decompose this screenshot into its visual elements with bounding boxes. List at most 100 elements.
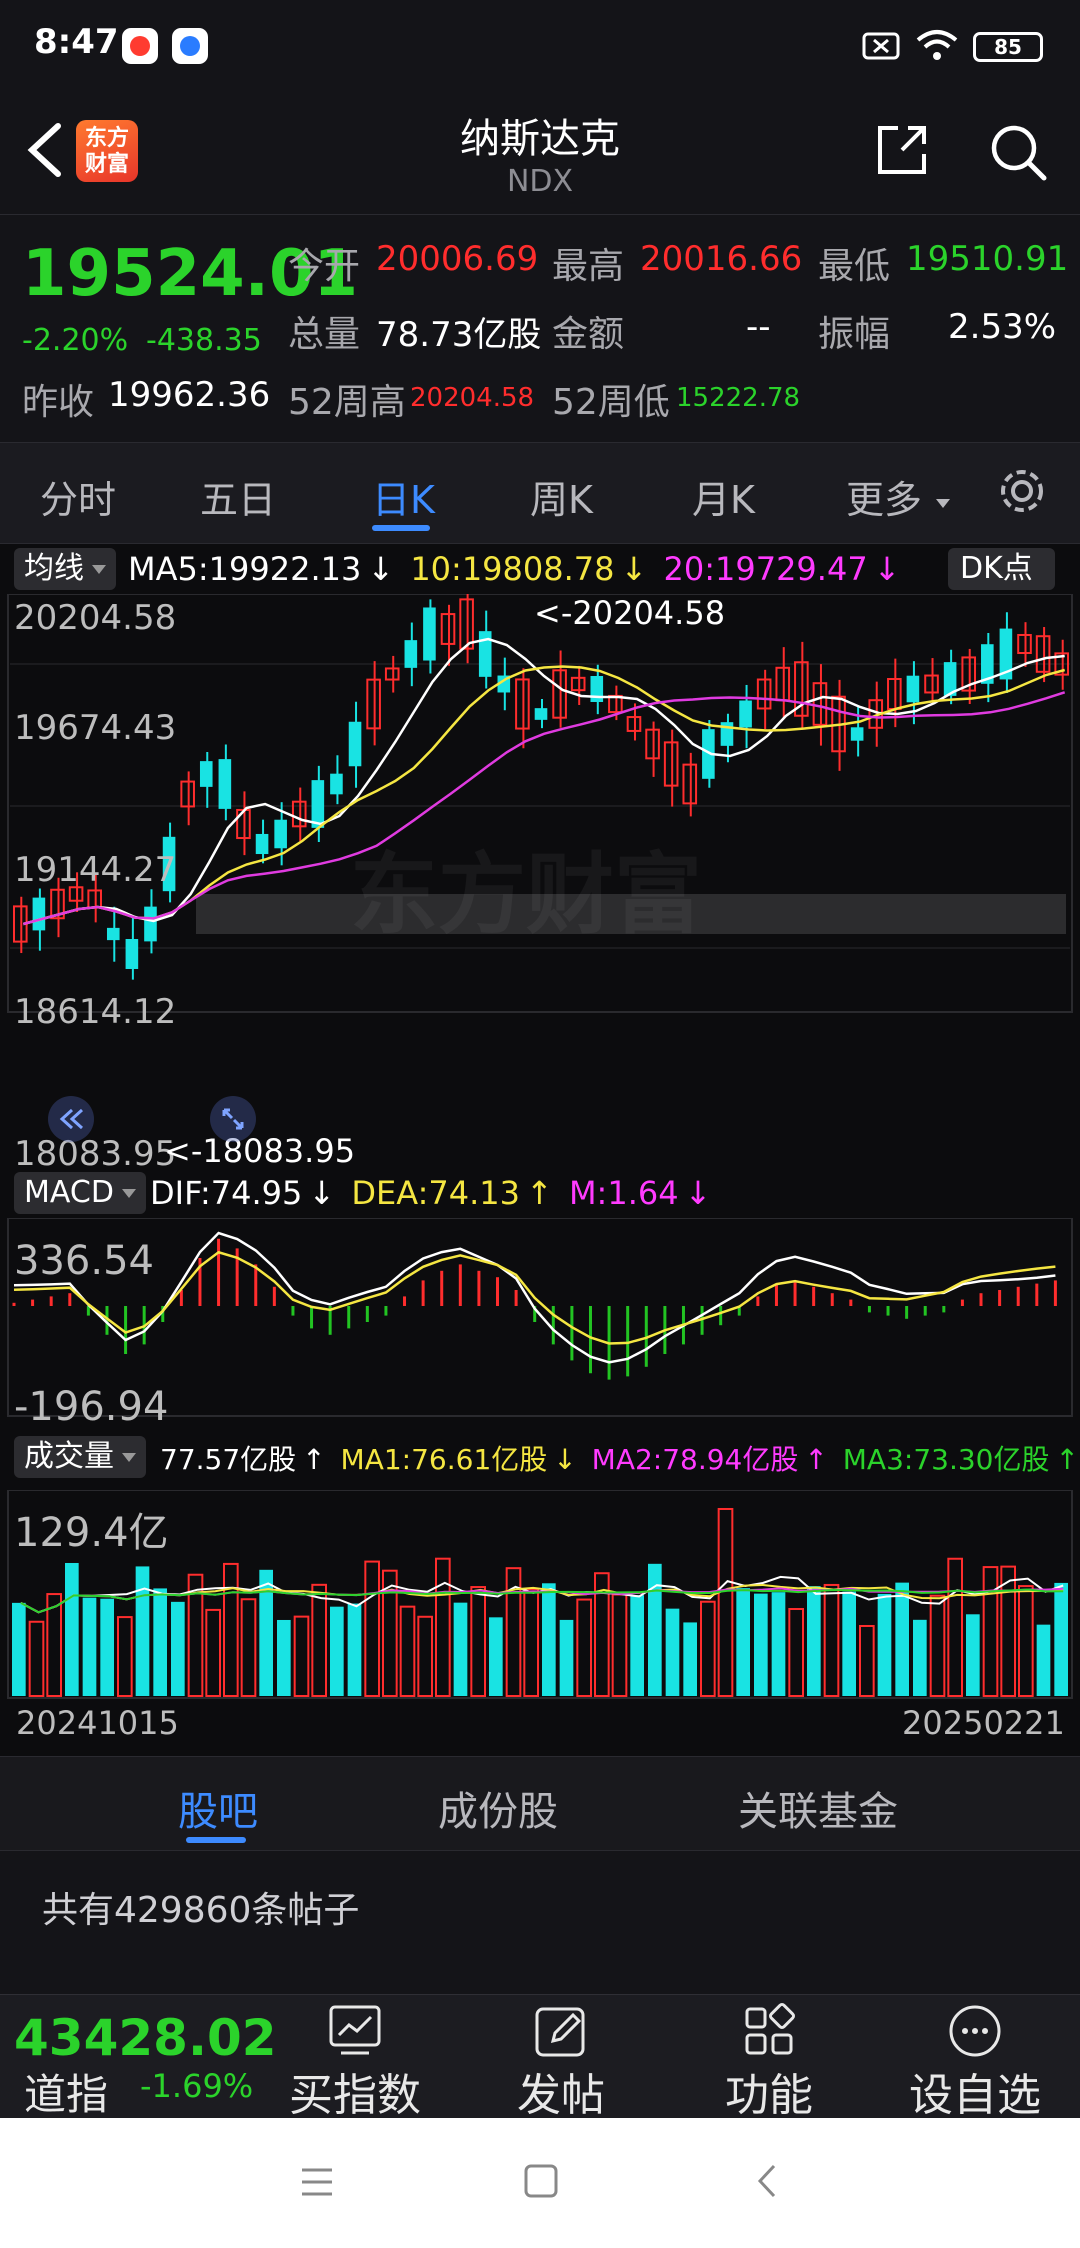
volume-axis-top: 129.4亿 <box>14 1510 169 1556</box>
back-button[interactable] <box>18 118 78 182</box>
candle-down <box>144 906 157 942</box>
add-watchlist-button[interactable]: 设自选 <box>900 2001 1050 2121</box>
open-label: 今开 <box>288 246 361 287</box>
active-subtab-indicator <box>186 1837 246 1843</box>
low52-label: 52周低 <box>552 382 670 423</box>
tab-more[interactable]: 更多 <box>846 469 952 524</box>
volume-bar-down <box>630 1595 644 1696</box>
post-count: 共有429860条帖子 <box>42 1890 360 1931</box>
volume-bar-down <box>895 1582 909 1696</box>
amount-value: -- <box>746 307 771 347</box>
volume-bar-down <box>913 1619 927 1696</box>
status-time: 8:47 <box>34 22 119 62</box>
volume-indicator-selector[interactable]: 成交量 <box>14 1436 146 1478</box>
prev-close-value: 19962.36 <box>108 375 271 415</box>
volume-bar-up <box>576 1598 592 1697</box>
sub-tabs: 股吧 成份股 关联基金 <box>0 1756 1080 1850</box>
chart-area[interactable]: 均线 MA5:19922.13 ↓ 10:19808.78 ↓ 20:19729.4… <box>0 544 1080 1756</box>
tab-constituents[interactable]: 成份股 <box>438 1779 558 1837</box>
system-back-button[interactable] <box>752 2162 782 2204</box>
tab-weekly-k[interactable]: 周K <box>530 469 593 524</box>
volume-bar-up <box>240 1598 257 1697</box>
buy-index-button[interactable]: 买指数 <box>280 2001 430 2121</box>
kline-max-marker: <-20204.58 <box>534 594 726 632</box>
macd-indicator-selector[interactable]: MACD <box>14 1172 146 1214</box>
bottom-action-bar: 43428.02 道指 -1.69% 买指数 发帖 功能 设自选 <box>0 1994 1080 2121</box>
volume-bar-down <box>559 1619 574 1696</box>
low52-value: 15222.78 <box>676 383 801 413</box>
battery-icon: 85 <box>973 32 1043 62</box>
notification-app-icon <box>122 28 158 64</box>
amplitude-label: 振幅 <box>818 314 891 355</box>
open-value: 20006.69 <box>376 239 539 279</box>
high52-label: 52周高 <box>288 382 406 423</box>
post-count-row: 共有429860条帖子 <box>0 1850 1080 1990</box>
volume-bar-up <box>28 1620 45 1698</box>
candle-down <box>739 700 752 728</box>
volume-bar-down <box>966 1614 980 1696</box>
low-value: 19510.91 <box>906 239 1069 279</box>
volume-bar-up <box>293 1615 310 1697</box>
expand-icon <box>222 1108 244 1130</box>
candle-down <box>125 939 139 969</box>
ma10-value: 10:19808.78 ↓ <box>410 550 648 588</box>
chart-board-icon <box>329 2005 381 2055</box>
volume-ma3-value: MA3:73.30亿股 ↑ <box>842 1443 1079 1476</box>
volume-bar-up <box>1018 1585 1034 1697</box>
candle-up <box>87 889 102 909</box>
kline-axis-4: 18614.12 <box>14 992 177 1032</box>
volume-current-value: 77.57亿股 ↑ <box>160 1443 326 1476</box>
volume-ma2-value: MA2:78.94亿股 ↑ <box>591 1443 828 1476</box>
tab-intraday[interactable]: 分时 <box>40 469 116 524</box>
search-icon <box>991 125 1047 181</box>
share-button[interactable] <box>872 120 932 180</box>
tab-forum[interactable]: 股吧 <box>178 1779 258 1837</box>
volume-bar-up <box>223 1562 239 1698</box>
kline-chart[interactable] <box>0 594 1080 1014</box>
menu-icon <box>302 2168 332 2196</box>
tab-monthly-k[interactable]: 月K <box>692 469 755 524</box>
volume-bar-up <box>1000 1565 1016 1698</box>
home-button[interactable] <box>522 2162 560 2204</box>
volume-bar-down <box>65 1562 79 1696</box>
candle-down <box>199 761 213 787</box>
dk-point-button[interactable]: DK点 <box>948 548 1055 590</box>
page-subtitle: NDX <box>506 164 574 199</box>
volume-bar-up <box>399 1605 416 1697</box>
edit-icon <box>535 2007 585 2057</box>
ticker-percent: -1.69% <box>140 2067 254 2105</box>
macd-axis-top: 336.54 <box>14 1238 154 1284</box>
volume-bar-up <box>417 1615 434 1697</box>
tab-related-funds[interactable]: 关联基金 <box>738 1779 898 1837</box>
volume-bar-down <box>330 1606 344 1696</box>
chevron-left-icon <box>27 123 61 177</box>
volume-bar-down <box>754 1593 768 1696</box>
low-label: 最低 <box>818 246 891 287</box>
candle-up <box>626 716 642 732</box>
recent-apps-button[interactable] <box>298 2164 336 2204</box>
volume-bar-up <box>470 1586 487 1697</box>
nav-header: 东方 财富 纳斯达克 NDX <box>0 90 1080 214</box>
expand-chart-button[interactable] <box>210 1096 256 1142</box>
double-chevron-left-icon <box>59 1108 84 1130</box>
ma-indicator-selector[interactable]: 均线 <box>14 548 116 590</box>
volume-bar-down <box>12 1602 26 1696</box>
scroll-left-button[interactable] <box>48 1096 94 1142</box>
amplitude-value: 2.53% <box>948 307 1057 347</box>
percent-change: -2.20% <box>22 323 129 358</box>
system-nav-bar <box>0 2118 1080 2248</box>
more-circle-icon <box>949 2005 1001 2057</box>
settings-button[interactable] <box>996 465 1048 521</box>
macd-legend: MACD DIF:74.95 ↓ DEA:74.13 ↑ M:1.64 ↓ <box>0 1168 1080 1218</box>
functions-button[interactable]: 功能 <box>694 2001 844 2121</box>
prev-close-label: 昨收 <box>22 382 95 423</box>
notification-app-icon-2 <box>172 28 208 64</box>
tab-five-day[interactable]: 五日 <box>200 469 276 524</box>
candle-down <box>255 833 269 855</box>
tab-daily-k[interactable]: 日K <box>372 469 435 524</box>
search-button[interactable] <box>986 120 1050 184</box>
ticker-quote[interactable]: 43428.02 道指 -1.69% <box>0 1995 280 2119</box>
quote-panel: 19524.01 -2.20% -438.35 今开 20006.69 最高 2… <box>0 214 1080 442</box>
app-logo: 东方 财富 <box>76 120 138 182</box>
post-button[interactable]: 发帖 <box>486 2001 636 2121</box>
